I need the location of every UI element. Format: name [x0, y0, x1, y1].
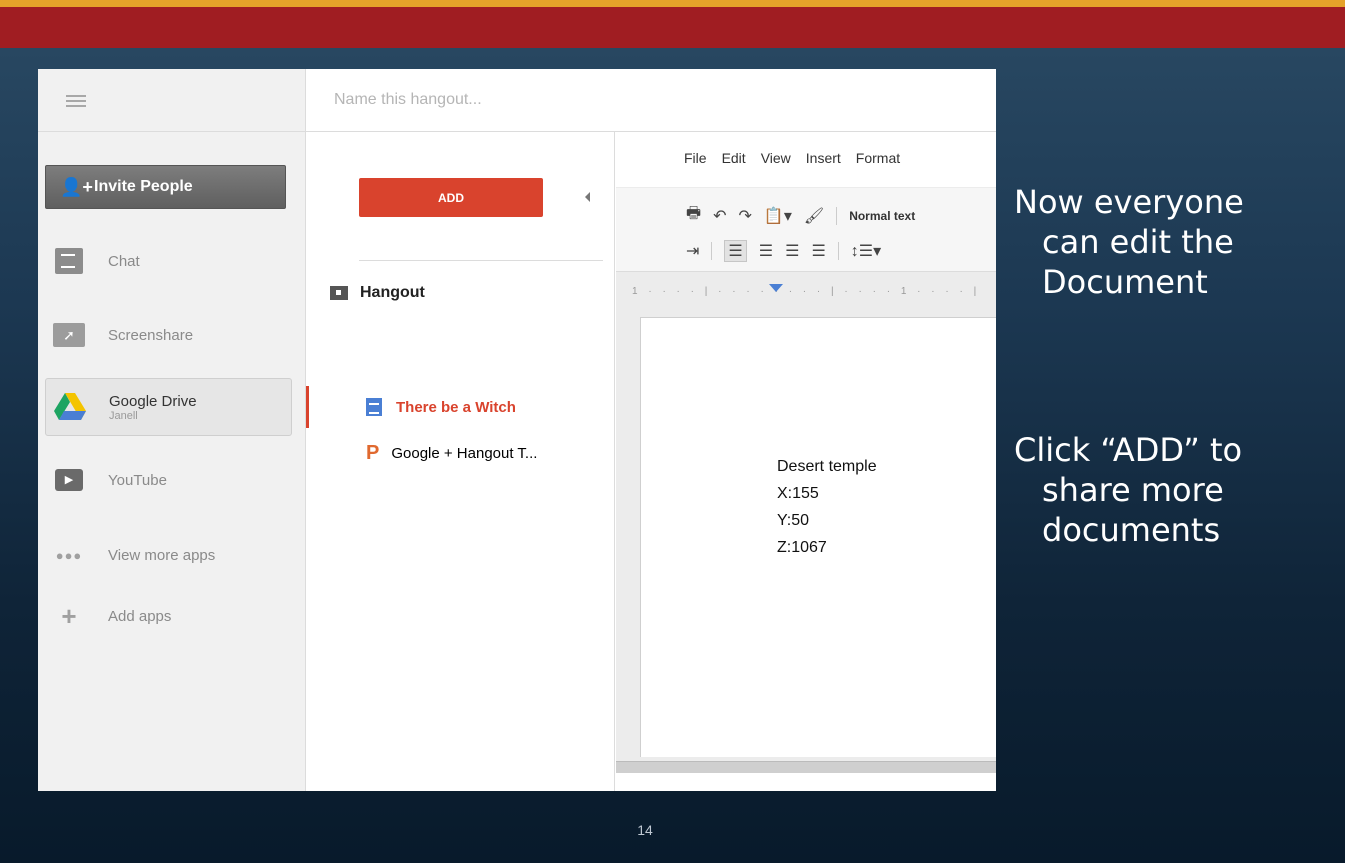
- doc-line: Z:1067: [777, 539, 827, 556]
- document-page[interactable]: Desert temple X:155 Y:50 Z:1067: [640, 317, 996, 757]
- menu-format[interactable]: Format: [856, 150, 900, 166]
- align-right-icon[interactable]: ☰: [785, 241, 799, 261]
- sidebar-item-label: View more apps: [108, 546, 216, 564]
- editor-menubar: File Edit View Insert Format: [684, 150, 900, 166]
- sidebar-item-add-apps[interactable]: + Add apps: [45, 587, 292, 645]
- redo-icon[interactable]: ↷: [739, 206, 752, 226]
- file-item-google-hangout-presentation[interactable]: P Google + Hangout T...: [306, 432, 615, 474]
- paint-format-icon[interactable]: 🖌: [804, 206, 824, 226]
- callout-line: Now everyone: [1014, 183, 1244, 221]
- sidebar-item-youtube[interactable]: ▶ YouTube: [45, 451, 292, 509]
- ruler: 1 · · · · | · · · · · · · · | · · · · 1 …: [616, 272, 996, 312]
- folder-icon: [330, 286, 348, 300]
- doc-line: X:155: [777, 485, 819, 502]
- sidebar-item-label: YouTube: [108, 471, 167, 489]
- align-center-icon[interactable]: ☰: [759, 241, 773, 261]
- print-icon[interactable]: 🖶: [686, 202, 701, 229]
- slide-header-band: [0, 0, 1345, 48]
- drive-panel: ADD Hangout There be a Witch P Google + …: [306, 132, 615, 791]
- toolbar-separator: [837, 242, 839, 260]
- paste-icon[interactable]: 📋▾: [764, 206, 792, 226]
- line-spacing-icon[interactable]: ↕☰▾: [851, 241, 881, 261]
- chat-icon: [52, 246, 86, 276]
- sidebar-item-label: Add apps: [108, 607, 172, 625]
- sidebar-item-label: Chat: [108, 252, 140, 270]
- align-left-icon[interactable]: ☰: [724, 240, 747, 262]
- add-button[interactable]: ADD: [359, 178, 543, 217]
- ruler-ticks: 1 · · · · | · · · · · · · · | · · · · 1 …: [632, 286, 981, 297]
- sidebar-header: [38, 69, 305, 132]
- hangout-name-input[interactable]: Name this hangout...: [334, 91, 482, 109]
- indent-marker-icon[interactable]: [769, 284, 783, 292]
- paragraph-style-select[interactable]: Normal text: [849, 209, 915, 223]
- editor-toolbar: 🖶 ↶ ↷ 📋▾ 🖌 Normal text ⇥ ☰ ☰ ☰ ☰ ↕☰▾: [616, 187, 996, 272]
- horizontal-scrollbar[interactable]: [616, 761, 996, 773]
- doc-line: Desert temple: [777, 458, 877, 475]
- file-label: Google + Hangout T...: [391, 444, 538, 462]
- sidebar-item-label: Google Drive: [109, 392, 197, 410]
- invite-people-button[interactable]: 👤+ Invite People: [45, 165, 286, 209]
- slide-page-number: 14: [637, 822, 653, 838]
- menu-file[interactable]: File: [684, 150, 707, 166]
- file-item-there-be-a-witch[interactable]: There be a Witch: [306, 386, 615, 428]
- sidebar-item-owner: Janell: [109, 409, 138, 422]
- callout-add-documents: Click “ADD” to share more documents: [1014, 430, 1339, 550]
- document-icon: [366, 398, 382, 416]
- callout-line: Document: [1042, 263, 1208, 301]
- toolbar-separator: [711, 242, 713, 260]
- hangout-folder-heading: Hangout: [330, 284, 425, 302]
- toolbar-separator: [836, 206, 838, 225]
- callout-line: can edit the: [1042, 223, 1234, 261]
- indent-icon[interactable]: ⇥: [686, 241, 699, 261]
- folder-label: Hangout: [360, 284, 425, 301]
- align-justify-icon[interactable]: ☰: [811, 241, 825, 261]
- sidebar-item-google-drive[interactable]: Google Drive Janell: [45, 378, 292, 436]
- undo-icon[interactable]: ↶: [713, 206, 726, 226]
- hangout-screenshot: 👤+ Invite People Chat ➚ Screenshare Goog…: [38, 69, 996, 791]
- callout-edit-document: Now everyone can edit the Document: [1014, 182, 1339, 302]
- add-person-icon: 👤+: [60, 176, 93, 197]
- divider: [359, 260, 603, 261]
- document-body[interactable]: Desert temple X:155 Y:50 Z:1067: [777, 453, 877, 561]
- file-label: There be a Witch: [396, 398, 516, 416]
- more-dots-icon: ●●●: [55, 547, 83, 563]
- callout-line: documents: [1042, 511, 1221, 549]
- hangout-name-bar[interactable]: Name this hangout...: [306, 69, 996, 132]
- sidebar-item-screenshare[interactable]: ➚ Screenshare: [45, 306, 292, 364]
- sidebar-item-chat[interactable]: Chat: [45, 232, 292, 290]
- menu-edit[interactable]: Edit: [722, 150, 746, 166]
- document-editor: File Edit View Insert Format 🖶 ↶ ↷ 📋▾ 🖌 …: [616, 132, 996, 791]
- collapse-panel-icon[interactable]: [585, 192, 590, 202]
- screenshare-icon: ➚: [52, 320, 86, 350]
- sidebar-item-label: Screenshare: [108, 326, 194, 344]
- invite-people-label: Invite People: [94, 178, 193, 195]
- hamburger-menu-icon[interactable]: [66, 95, 86, 110]
- presentation-icon: P: [366, 441, 380, 464]
- app-sidebar: 👤+ Invite People Chat ➚ Screenshare Goog…: [38, 69, 306, 791]
- menu-view[interactable]: View: [761, 150, 791, 166]
- plus-icon: +: [61, 600, 77, 631]
- doc-line: Y:50: [777, 512, 810, 529]
- menu-insert[interactable]: Insert: [806, 150, 841, 166]
- callout-line: Click “ADD” to: [1014, 431, 1243, 469]
- google-drive-icon: [53, 392, 87, 422]
- sidebar-item-view-more-apps[interactable]: ●●● View more apps: [45, 526, 292, 584]
- youtube-icon: ▶: [52, 465, 86, 495]
- callout-line: share more: [1042, 471, 1224, 509]
